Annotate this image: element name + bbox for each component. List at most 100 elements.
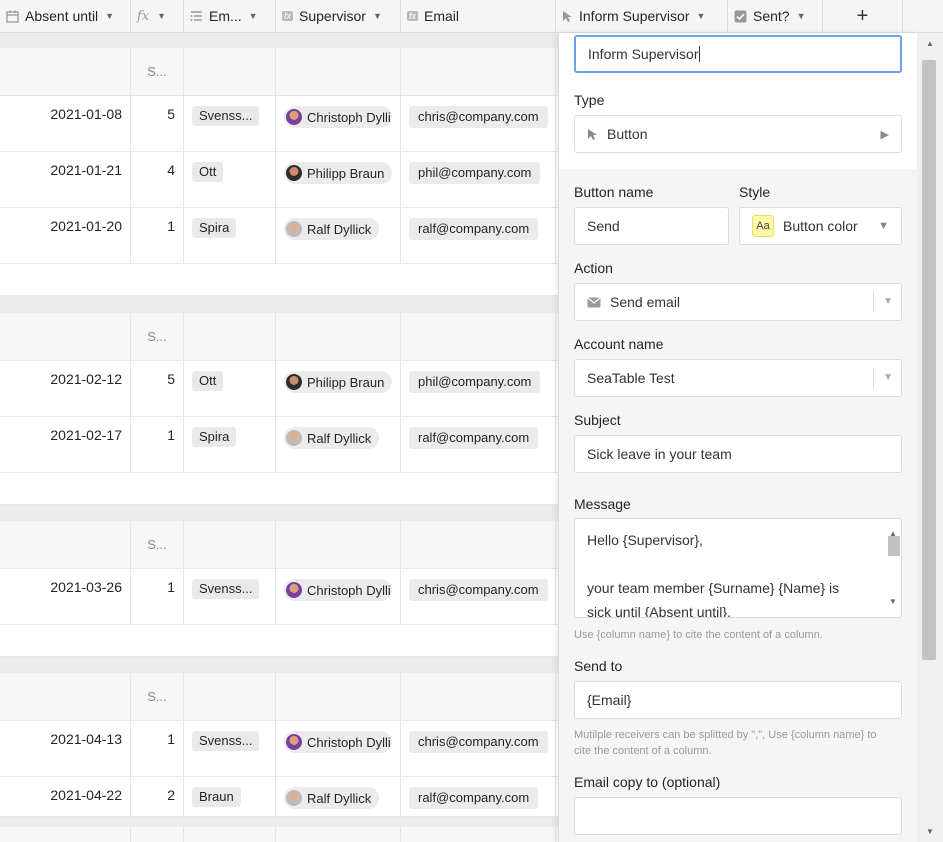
chevron-down-icon[interactable]: ▼ <box>373 11 382 21</box>
avatar <box>286 734 302 750</box>
date-value: 2021-01-21 <box>50 162 122 178</box>
group-header[interactable]: S... <box>0 313 560 361</box>
avatar <box>286 165 302 181</box>
add-column-button[interactable]: + <box>823 0 903 32</box>
subject-input[interactable]: Sick leave in your team <box>574 435 902 473</box>
table-row[interactable]: 2021-01-21 4 Ott Philipp Braun phil@comp… <box>0 152 560 208</box>
chevron-down-icon[interactable]: ▼ <box>157 11 166 21</box>
calendar-icon <box>6 10 19 23</box>
cursor-icon <box>562 10 573 23</box>
date-value: 2021-02-17 <box>50 427 122 443</box>
chevron-down-icon[interactable]: ▼ <box>797 11 806 21</box>
scroll-down-icon[interactable]: ▼ <box>926 827 934 836</box>
date-value: 2021-04-13 <box>50 731 122 747</box>
message-hint: Use {column name} to cite the content of… <box>574 629 823 641</box>
date-value: 2021-01-20 <box>50 218 122 234</box>
table-row[interactable]: 2021-04-13 1 Svenss... Christoph Dylli c… <box>0 721 560 777</box>
table-row[interactable]: 2021-02-12 5 Ott Philipp Braun phil@comp… <box>0 361 560 417</box>
mail-icon <box>587 297 601 308</box>
scroll-up-icon[interactable]: ▲ <box>926 39 934 48</box>
table-row[interactable]: 2021-02-17 1 Spira Ralf Dyllick ralf@com… <box>0 417 560 473</box>
checkbox-icon <box>734 10 747 23</box>
avatar <box>286 790 302 806</box>
message-textarea[interactable]: Hello {Supervisor}, your team member {Su… <box>574 518 902 618</box>
group-summary: S... <box>147 329 167 344</box>
column-header-supervisor[interactable]: fx Supervisor ▼ <box>276 0 401 32</box>
account-name-value: SeaTable Test <box>587 370 675 386</box>
email-value: chris@company.com <box>409 731 548 753</box>
column-header-label: Sent? <box>753 8 790 24</box>
collaborator-chip: Christoph Dylli <box>284 106 392 128</box>
option-tag: Spira <box>192 427 237 447</box>
account-name-select[interactable]: SeaTable Test ▼ <box>574 359 902 397</box>
table-row[interactable]: 2021-01-08 5 Svenss... Christoph Dylli c… <box>0 96 560 152</box>
column-header-label: Em... <box>209 8 242 24</box>
collaborator-chip: Ralf Dyllick <box>284 787 380 809</box>
avatar <box>286 374 302 390</box>
collaborator-name: Christoph Dylli <box>307 734 391 750</box>
number-value: 1 <box>167 579 175 595</box>
type-select[interactable]: Button ▶ <box>574 115 902 153</box>
chevron-down-icon[interactable]: ▼ <box>105 11 114 21</box>
button-name-value: Send <box>587 218 620 234</box>
button-name-input[interactable]: Send <box>574 207 729 245</box>
collaborator-name: Ralf Dyllick <box>307 221 372 237</box>
column-header-inform-supervisor[interactable]: Inform Supervisor ▼ <box>556 0 728 32</box>
table-body: S... 2021-01-08 5 Svenss... Christoph Dy… <box>0 33 560 842</box>
select-divider <box>873 368 874 388</box>
message-scrollbar[interactable]: ▲ ▼ <box>886 520 900 616</box>
style-label: Style <box>739 184 771 200</box>
group-header[interactable]: S... <box>0 673 560 721</box>
scrollbar-thumb[interactable] <box>888 536 900 556</box>
group-header[interactable]: S... <box>0 48 560 96</box>
column-header-email[interactable]: fx Email <box>401 0 556 32</box>
style-value: Button color <box>783 218 858 234</box>
collaborator-name: Christoph Dylli <box>307 109 391 125</box>
style-select[interactable]: Aa Button color ▼ <box>739 207 902 245</box>
action-select[interactable]: Send email ▼ <box>574 283 902 321</box>
column-settings-panel: Inform Supervisor Type Button ▶ Button n… <box>558 33 917 842</box>
message-line <box>587 552 889 576</box>
account-name-label: Account name <box>574 336 664 352</box>
date-value: 2021-03-26 <box>50 579 122 595</box>
panel-scrollbar[interactable]: ▲ ▼ <box>917 33 943 842</box>
email-copy-input[interactable] <box>574 797 902 835</box>
chevron-down-icon: ▼ <box>883 372 893 383</box>
scrollbar-thumb[interactable] <box>922 60 936 660</box>
chevron-right-icon: ▶ <box>880 128 889 141</box>
group-separator <box>0 817 560 827</box>
group-separator <box>0 505 560 521</box>
table-row[interactable]: 2021-01-20 1 Spira Ralf Dyllick ralf@com… <box>0 208 560 264</box>
type-value: Button <box>607 126 648 142</box>
select-divider <box>873 292 874 312</box>
collaborator-name: Philipp Braun <box>307 374 385 390</box>
avatar <box>286 221 302 237</box>
column-header-label: Absent until <box>25 8 99 24</box>
style-color-badge: Aa <box>752 215 774 237</box>
avatar <box>286 582 302 598</box>
column-header-sent[interactable]: Sent? ▼ <box>728 0 823 32</box>
group-header[interactable]: S <box>0 827 560 842</box>
column-header-formula[interactable]: fx ▼ <box>131 0 184 32</box>
column-header-label: Supervisor <box>299 8 366 24</box>
email-value: ralf@company.com <box>409 218 539 240</box>
group-summary: S... <box>147 689 167 704</box>
column-name-input[interactable]: Inform Supervisor <box>574 35 902 73</box>
table-row[interactable]: 2021-03-26 1 Svenss... Christoph Dylli c… <box>0 569 560 625</box>
column-header-absent-until[interactable]: Absent until ▼ <box>0 0 131 32</box>
email-value: chris@company.com <box>409 579 548 601</box>
column-header-employee[interactable]: Em... ▼ <box>184 0 276 32</box>
formula-icon: fx <box>282 11 294 21</box>
group-header[interactable]: S... <box>0 521 560 569</box>
number-value: 4 <box>167 162 175 178</box>
table-row[interactable]: 2021-04-22 2 Braun Ralf Dyllick ralf@com… <box>0 777 560 817</box>
plus-icon: + <box>856 4 869 27</box>
date-value: 2021-04-22 <box>50 787 122 803</box>
send-to-input[interactable]: {Email} <box>574 681 902 719</box>
group-summary: S... <box>147 64 167 79</box>
chevron-down-icon[interactable]: ▼ <box>249 11 258 21</box>
date-value: 2021-01-08 <box>50 106 122 122</box>
chevron-down-icon[interactable]: ▼ <box>696 11 705 21</box>
collaborator-name: Philipp Braun <box>307 165 385 181</box>
scroll-down-icon[interactable]: ▼ <box>889 590 897 614</box>
